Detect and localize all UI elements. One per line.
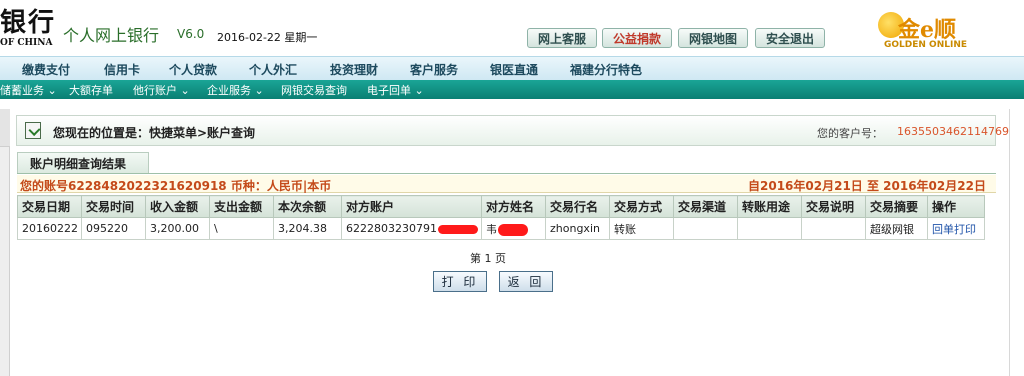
table-row: 20160222 095220 3,200.00 \ 3,204.38 6222…: [17, 217, 985, 240]
breadcrumb-text: 您现在的位置是：快捷菜单>账户查询: [53, 126, 256, 140]
left-sidebar-tab[interactable]: [0, 109, 10, 147]
transaction-table: 交易日期 交易时间 收入金额 支出金额 本次余额 对方账户 对方姓名 交易行名 …: [17, 195, 985, 240]
cell-channel: [673, 217, 738, 240]
page-indicator: 第 1 页: [470, 252, 506, 265]
bank-logo: 银行: [0, 8, 57, 38]
col-header: 交易说明: [801, 195, 866, 218]
nav-enterprise[interactable]: 企业服务 ⌄: [207, 82, 264, 98]
header: 银行 OF CHINA 个人网上银行 V6.0 2016-02-22 星期一 网…: [0, 0, 1024, 56]
redaction-mark: [498, 223, 528, 236]
col-header: 支出金额: [209, 195, 274, 218]
nav-credit-card[interactable]: 信用卡: [104, 61, 140, 78]
cell-method: 转账: [609, 217, 674, 240]
tab-divider: [17, 173, 996, 174]
cell-purpose: [737, 217, 802, 240]
col-header: 转账用途: [737, 195, 802, 218]
cell-summary: 超级网银: [865, 217, 928, 240]
current-date: 2016-02-22 星期一: [217, 31, 318, 44]
bank-logo-sub: OF CHINA: [0, 38, 53, 48]
col-header: 交易方式: [609, 195, 674, 218]
nav-savings[interactable]: 储蓄业务 ⌄: [0, 82, 57, 98]
page-divider: [1009, 109, 1010, 376]
query-date-range: 自2016年02月21日 至 2016年02月22日: [748, 179, 986, 193]
redaction-mark: [437, 224, 478, 234]
col-header: 对方姓名: [481, 195, 546, 218]
back-button[interactable]: 返 回: [499, 271, 553, 292]
secondary-nav: 储蓄业务 ⌄ 大额存单 他行账户 ⌄ 企业服务 ⌄ 网银交易查询 电子回单 ⌄: [0, 80, 1024, 99]
tab-account-details[interactable]: 账户明细查询结果: [17, 152, 149, 174]
col-header: 本次余额: [273, 195, 342, 218]
nav-payment[interactable]: 缴费支付: [22, 61, 70, 78]
customer-number: 1635503462114769: [897, 125, 1009, 138]
logout-button[interactable]: 安全退出: [755, 28, 825, 48]
counter-account-text: 6222803230791: [346, 222, 437, 235]
nav-personal-loan[interactable]: 个人贷款: [169, 61, 217, 78]
cell-time: 095220: [81, 217, 146, 240]
checklist-icon: [25, 122, 41, 139]
cell-counter-account: 6222803230791: [341, 217, 482, 240]
site-version: V6.0: [177, 27, 205, 41]
nav-forex[interactable]: 个人外汇: [249, 61, 297, 78]
nav-fujian-special[interactable]: 福建分行特色: [570, 61, 642, 78]
brand-logo: 金e顺 GOLDEN ONLINE: [872, 10, 992, 54]
counter-name-text: 韦: [486, 222, 497, 236]
col-header: 收入金额: [145, 195, 210, 218]
nav-investment[interactable]: 投资理财: [330, 61, 378, 78]
cell-counter-name: 韦: [481, 217, 546, 240]
col-header: 对方账户: [341, 195, 482, 218]
cell-balance: 3,204.38: [273, 217, 342, 240]
table-header-row: 交易日期 交易时间 收入金额 支出金额 本次余额 对方账户 对方姓名 交易行名 …: [17, 195, 985, 218]
col-header: 交易时间: [81, 195, 146, 218]
nav-other-bank[interactable]: 他行账户 ⌄: [133, 82, 190, 98]
left-sidebar-strip: [0, 109, 10, 376]
nav-hospital[interactable]: 银医直通: [490, 61, 538, 78]
col-header: 交易摘要: [865, 195, 928, 218]
cell-date: 20160222: [17, 217, 82, 240]
cell-action: 回单打印: [927, 217, 985, 240]
col-header: 交易行名: [545, 195, 610, 218]
primary-nav: 缴费支付 信用卡 个人贷款 个人外汇 投资理财 客户服务 银医直通 福建分行特色: [0, 56, 1024, 80]
cell-income: 3,200.00: [145, 217, 210, 240]
nav-e-receipt[interactable]: 电子回单 ⌄: [367, 82, 424, 98]
print-button[interactable]: 打 印: [433, 271, 487, 292]
bank-page: 银行 OF CHINA 个人网上银行 V6.0 2016-02-22 星期一 网…: [0, 0, 1024, 376]
site-title: 个人网上银行: [63, 26, 160, 45]
cell-note: [801, 217, 866, 240]
nav-customer-service[interactable]: 客户服务: [410, 61, 458, 78]
account-info-bar: 您的账号6228482022321620918 币种：人民币|本币 自2016年…: [17, 175, 996, 193]
bank-map-button[interactable]: 网银地图: [678, 28, 748, 48]
nav-transaction-query[interactable]: 网银交易查询: [281, 82, 347, 98]
col-header: 交易渠道: [673, 195, 738, 218]
customer-number-label: 您的客户号：: [817, 127, 883, 140]
account-info: 您的账号6228482022321620918 币种：人民币|本币: [20, 179, 332, 193]
breadcrumb: 您现在的位置是：快捷菜单>账户查询 您的客户号： 163550346211476…: [16, 115, 1009, 146]
cell-expense: \: [209, 217, 274, 240]
cell-bank-name: zhongxin: [545, 217, 610, 240]
col-header: 操作: [927, 195, 985, 218]
charity-donation-button[interactable]: 公益捐款: [602, 28, 672, 48]
online-service-button[interactable]: 网上客服: [527, 28, 597, 48]
nav-large-deposit[interactable]: 大额存单: [69, 82, 113, 98]
col-header: 交易日期: [17, 195, 82, 218]
brand-english: GOLDEN ONLINE: [884, 40, 968, 50]
print-receipt-link[interactable]: 回单打印: [932, 223, 976, 236]
